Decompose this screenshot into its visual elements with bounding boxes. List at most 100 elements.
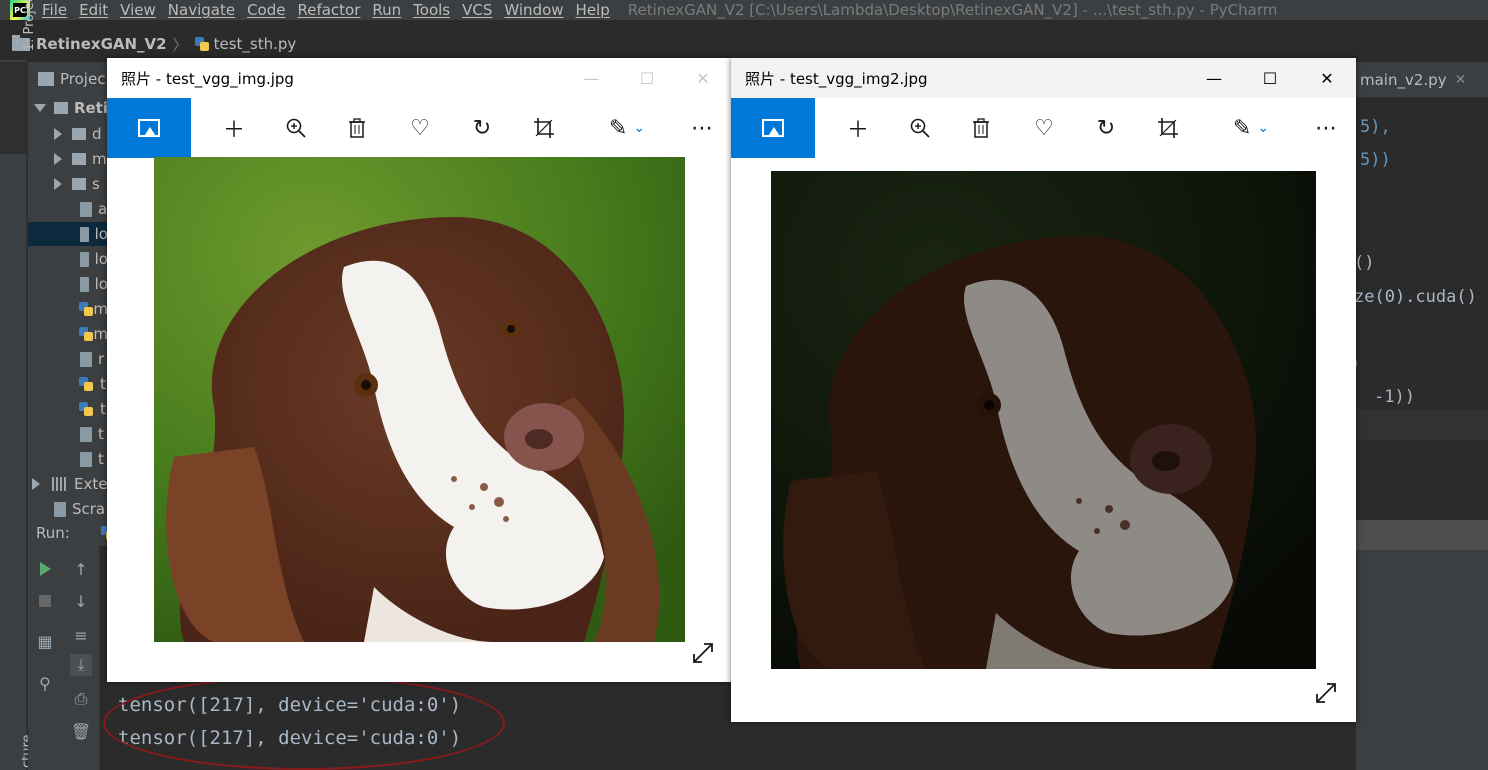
rotate-button[interactable]: ↻: [1084, 98, 1128, 158]
tab-main-v2[interactable]: main_v2.py: [1360, 71, 1447, 89]
expand-arrow-icon[interactable]: [54, 153, 62, 165]
more-button[interactable]: ⋯: [1304, 98, 1348, 158]
zoom-button[interactable]: [898, 98, 942, 158]
minimize-button[interactable]: —: [1186, 58, 1242, 98]
expand-arrow-icon[interactable]: [32, 478, 40, 490]
rerun-button[interactable]: [34, 558, 56, 580]
tree-item[interactable]: t: [28, 372, 108, 396]
tree-item[interactable]: a: [28, 197, 108, 221]
menu-refactor[interactable]: Refactor: [297, 1, 360, 19]
tree-item[interactable]: t: [28, 422, 108, 446]
tree-scratches[interactable]: Scra: [28, 497, 108, 521]
more-button[interactable]: ⋯: [680, 98, 724, 158]
close-button[interactable]: ✕: [675, 58, 731, 98]
full-screen-button[interactable]: [690, 640, 716, 666]
trash-icon: 🗑: [70, 721, 92, 741]
file-icon: [80, 276, 89, 292]
delete-icon: [971, 117, 991, 139]
tree-item[interactable]: lo: [28, 272, 108, 296]
arrow-down-icon: ↓: [74, 591, 88, 611]
crop-icon: [533, 117, 555, 139]
print-button[interactable]: ⎙: [70, 688, 92, 710]
photos-titlebar-1[interactable]: 照片 - test_vgg_img.jpg — ☐ ✕: [107, 58, 731, 98]
add-icon: ＋: [222, 118, 245, 143]
expand-arrow-icon[interactable]: [54, 128, 62, 140]
zoom-in-icon: [909, 117, 931, 139]
project-tool-label[interactable]: 1: Project: [22, 0, 37, 70]
stop-button[interactable]: [34, 590, 56, 612]
tree-item[interactable]: m: [28, 297, 108, 321]
menu-edit[interactable]: Edit: [79, 1, 108, 19]
wrap-icon: ≡: [74, 625, 88, 645]
menu-help[interactable]: Help: [576, 1, 610, 19]
zoom-button[interactable]: [274, 98, 318, 158]
menu-tools[interactable]: Tools: [413, 1, 450, 19]
menu-file[interactable]: File: [42, 1, 67, 19]
menu-view[interactable]: View: [120, 1, 156, 19]
file-icon: [80, 351, 92, 367]
code-line: ze(0).cuda(): [1354, 287, 1477, 307]
view-photo-button[interactable]: [107, 98, 191, 158]
favorite-button[interactable]: ♡: [1022, 98, 1066, 158]
tree-root[interactable]: Reti: [28, 96, 108, 120]
delete-button[interactable]: [335, 98, 379, 158]
soft-wrap-button[interactable]: ≡: [70, 624, 92, 646]
edit-button[interactable]: ✎ ⌄: [1221, 98, 1281, 158]
collapse-arrow-icon[interactable]: [34, 104, 46, 112]
stop-icon: [39, 595, 51, 607]
menu-run[interactable]: Run: [372, 1, 401, 19]
minimize-button[interactable]: —: [563, 58, 619, 98]
menu-code[interactable]: Code: [247, 1, 285, 19]
run-tab-strip: [1356, 520, 1488, 550]
maximize-button[interactable]: ☐: [619, 58, 675, 98]
menu-window[interactable]: Window: [504, 1, 563, 19]
edit-icon: ✎: [608, 115, 628, 141]
breadcrumb-file[interactable]: test_sth.py: [214, 35, 297, 53]
left-tool-stripe: [0, 60, 27, 770]
view-photo-icon: [762, 119, 784, 137]
tree-item-selected[interactable]: lo: [28, 222, 108, 246]
scroll-down-button[interactable]: ↓: [70, 590, 92, 612]
menu-vcs[interactable]: VCS: [462, 1, 492, 19]
breadcrumb-separator: 〉: [172, 35, 188, 54]
rotate-button[interactable]: ↻: [460, 98, 504, 158]
tree-item[interactable]: t: [28, 397, 108, 421]
dog-photo-bright: [154, 157, 685, 642]
project-tool-button[interactable]: [0, 62, 27, 154]
scroll-to-end-button[interactable]: ⤓: [70, 654, 92, 676]
full-screen-button[interactable]: [1313, 680, 1339, 706]
pin-button[interactable]: ⚲: [34, 672, 56, 694]
edit-button[interactable]: ✎ ⌄: [597, 98, 657, 158]
tree-external-libraries[interactable]: Exte: [28, 472, 108, 496]
scroll-up-button[interactable]: ↑: [70, 558, 92, 580]
zoom-in-icon: [285, 117, 307, 139]
project-panel-header[interactable]: Projec: [38, 70, 105, 88]
tree-item[interactable]: r: [28, 347, 108, 371]
breadcrumb-project[interactable]: RetinexGAN_V2: [36, 35, 167, 53]
tree-item[interactable]: s: [28, 172, 108, 196]
layout-button[interactable]: ▦: [34, 630, 56, 652]
tree-item[interactable]: lo: [28, 247, 108, 271]
photos-titlebar-2[interactable]: 照片 - test_vgg_img2.jpg — ☐ ✕: [731, 58, 1356, 98]
expand-icon: [1316, 683, 1336, 703]
tree-item[interactable]: t: [28, 447, 108, 471]
tree-item[interactable]: m: [28, 147, 108, 171]
favorite-button[interactable]: ♡: [398, 98, 442, 158]
current-line-highlight: [1356, 410, 1488, 440]
tree-item[interactable]: d: [28, 122, 108, 146]
photos-title-1: 照片 - test_vgg_img.jpg: [121, 69, 294, 88]
clear-button[interactable]: 🗑: [70, 720, 92, 742]
expand-arrow-icon[interactable]: [54, 178, 62, 190]
add-button[interactable]: ＋: [836, 98, 880, 158]
view-photo-button[interactable]: [731, 98, 815, 158]
crop-button[interactable]: [522, 98, 566, 158]
add-button[interactable]: ＋: [212, 98, 256, 158]
maximize-button[interactable]: ☐: [1242, 58, 1298, 98]
menu-navigate[interactable]: Navigate: [168, 1, 235, 19]
tree-item[interactable]: m: [28, 322, 108, 346]
play-icon: [39, 562, 51, 576]
delete-button[interactable]: [959, 98, 1003, 158]
close-tab-icon[interactable]: ✕: [1455, 72, 1467, 88]
crop-button[interactable]: [1146, 98, 1190, 158]
close-button[interactable]: ✕: [1299, 58, 1355, 98]
